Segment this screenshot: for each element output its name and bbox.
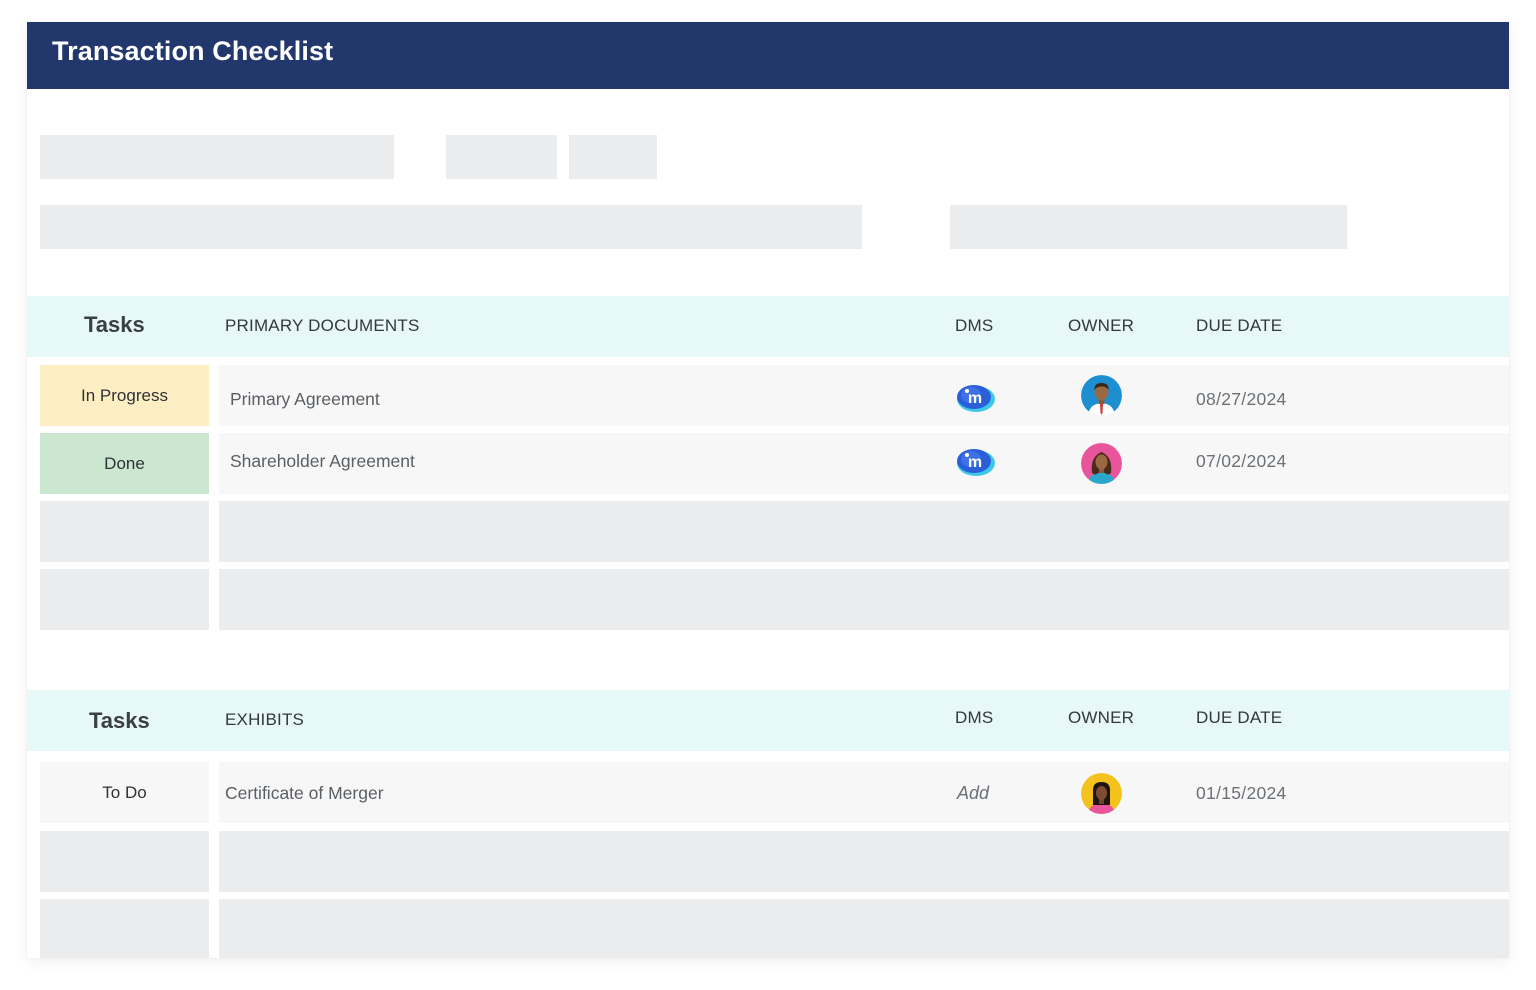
primary-documents-header: Tasks PRIMARY DOCUMENTS DMS OWNER DUE DA… <box>27 296 1509 357</box>
svg-text:m: m <box>968 390 982 407</box>
placeholder-filter-2 <box>446 135 557 179</box>
status-badge-in-progress[interactable]: In Progress <box>40 365 209 426</box>
placeholder-status <box>40 831 209 892</box>
imanage-icon[interactable]: m <box>954 382 996 414</box>
placeholder-row <box>219 899 1509 958</box>
dms-column-header: DMS <box>955 708 994 727</box>
placeholder-status <box>40 501 209 562</box>
document-link[interactable]: Shareholder Agreement <box>230 451 415 472</box>
exhibits-header: Tasks EXHIBITS DMS OWNER DUE DATE <box>27 690 1509 751</box>
due-date: 07/02/2024 <box>1196 451 1287 471</box>
status-badge-to-do[interactable]: To Do <box>40 762 209 823</box>
table-row[interactable] <box>219 762 1509 823</box>
svg-text:m: m <box>968 454 982 471</box>
owner-column-header: OWNER <box>1068 708 1135 727</box>
documents-column-header: PRIMARY DOCUMENTS <box>225 316 420 335</box>
due-date: 08/27/2024 <box>1196 389 1287 409</box>
checklist-card: Transaction Checklist Tasks PRIMARY DOCU… <box>27 22 1509 958</box>
placeholder-filter-1 <box>40 135 394 179</box>
page-title: Transaction Checklist <box>52 36 334 66</box>
placeholder-row <box>219 501 1509 562</box>
dms-column-header: DMS <box>955 316 994 335</box>
status-badge-done[interactable]: Done <box>40 433 209 494</box>
woman-avatar[interactable] <box>1081 443 1122 484</box>
due-date-column-header: DUE DATE <box>1196 708 1283 727</box>
documents-column-header: EXHIBITS <box>225 710 305 729</box>
placeholder-status <box>40 569 209 630</box>
man-avatar[interactable] <box>1081 375 1122 416</box>
due-date: 01/15/2024 <box>1196 783 1287 803</box>
title-bar: Transaction Checklist <box>27 22 1509 89</box>
placeholder-row <box>219 569 1509 630</box>
imanage-icon[interactable]: m <box>954 446 996 478</box>
tasks-column-header: Tasks <box>89 708 150 733</box>
document-link[interactable]: Certificate of Merger <box>225 783 384 804</box>
placeholder-status <box>40 899 209 958</box>
placeholder-row <box>219 831 1509 892</box>
placeholder-field-2 <box>950 205 1347 249</box>
tasks-column-header: Tasks <box>84 312 145 337</box>
owner-column-header: OWNER <box>1068 316 1135 335</box>
add-dms-link[interactable]: Add <box>957 783 989 804</box>
due-date-column-header: DUE DATE <box>1196 316 1283 335</box>
placeholder-filter-3 <box>569 135 657 179</box>
table-row[interactable] <box>219 365 1509 426</box>
woman-avatar[interactable] <box>1081 773 1122 814</box>
placeholder-field-1 <box>40 205 862 249</box>
document-link[interactable]: Primary Agreement <box>230 389 380 410</box>
